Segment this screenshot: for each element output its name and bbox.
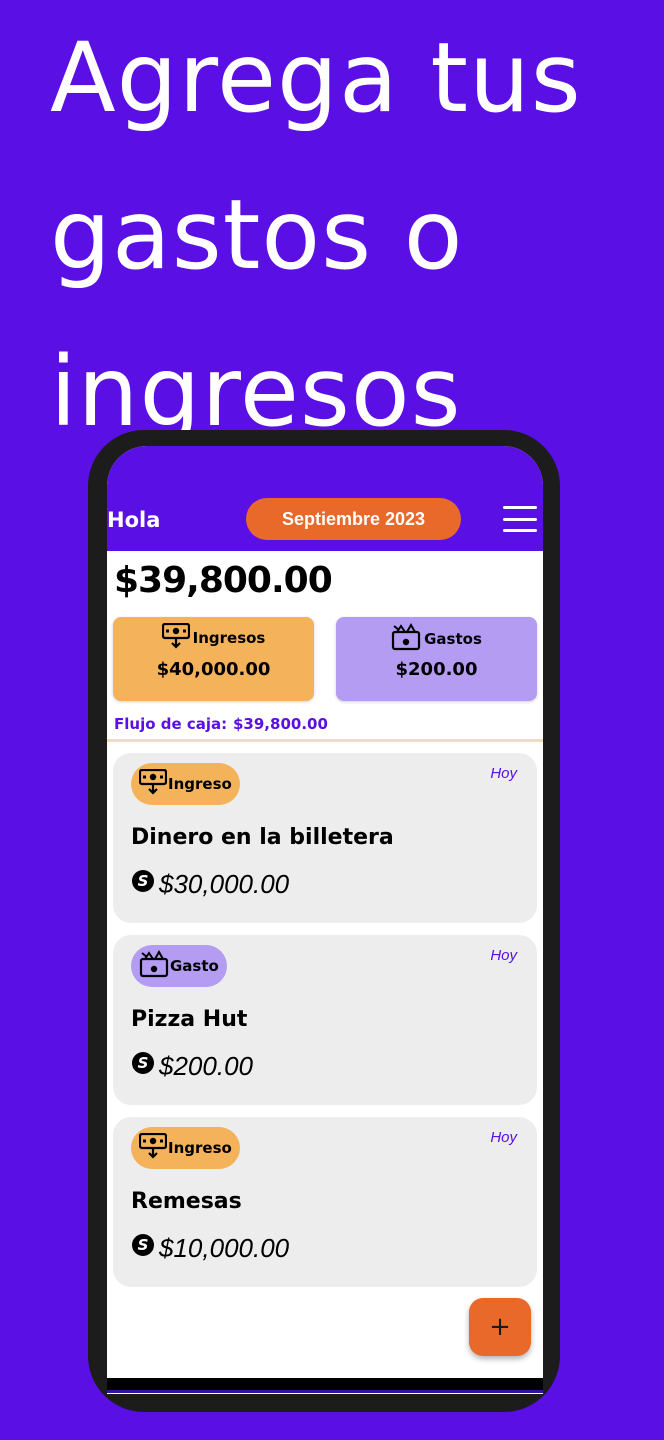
transaction-date: Hoy [490, 947, 517, 964]
phone-frame: Hola Septiembre 2023 $39,800.00 Ingresos… [88, 430, 560, 1412]
phone-screen: Hola Septiembre 2023 $39,800.00 Ingresos… [107, 446, 543, 1394]
total-balance: $39,800.00 [114, 560, 333, 601]
cashflow-label: Flujo de caja: [114, 715, 228, 733]
navigation-bar [107, 1378, 543, 1390]
month-selector-button[interactable]: Septiembre 2023 [246, 498, 461, 540]
cash-in-icon [138, 1132, 168, 1163]
transaction-amount: $30,000.00 [159, 869, 290, 899]
transaction-card[interactable]: Ingreso Hoy Remesas S $10,000.00 [113, 1117, 537, 1287]
expense-summary-card[interactable]: Gastos $200.00 [336, 617, 537, 701]
transaction-title: Pizza Hut [131, 1007, 248, 1032]
dollar-coin-icon: S [131, 869, 155, 900]
cash-out-icon [139, 949, 169, 982]
transaction-title: Remesas [131, 1189, 242, 1214]
greeting: Hola [107, 508, 161, 532]
add-transaction-button[interactable]: + [469, 1298, 531, 1356]
transaction-amount: $10,000.00 [159, 1233, 290, 1263]
transaction-type-badge: Gasto [131, 945, 227, 987]
cash-out-icon [391, 622, 421, 655]
transaction-date: Hoy [490, 765, 517, 782]
app-bar: Hola Septiembre 2023 [107, 446, 543, 551]
transaction-card[interactable]: Gasto Hoy Pizza Hut S $200.00 [113, 935, 537, 1105]
divider [107, 739, 543, 742]
navigation-bar-edge [107, 1390, 543, 1393]
hero-line-2: gastos o [50, 179, 464, 291]
svg-text:S: S [138, 1236, 149, 1254]
transaction-card[interactable]: Ingreso Hoy Dinero en la billetera S $30… [113, 753, 537, 923]
transaction-type-label: Ingreso [168, 775, 232, 793]
income-card-value: $40,000.00 [156, 659, 271, 680]
transaction-title: Dinero en la billetera [131, 825, 394, 850]
cash-in-icon [161, 622, 190, 653]
income-summary-card[interactable]: Ingresos $40,000.00 [113, 617, 314, 701]
expense-card-label: Gastos [424, 630, 482, 648]
svg-text:S: S [138, 1054, 149, 1072]
svg-text:S: S [138, 872, 149, 890]
hamburger-menu-icon[interactable] [503, 506, 537, 532]
cashflow-value: $39,800.00 [233, 715, 328, 733]
income-card-label: Ingresos [192, 629, 266, 647]
dollar-coin-icon: S [131, 1233, 155, 1264]
transaction-type-badge: Ingreso [131, 763, 240, 805]
cashflow-row: Flujo de caja: $39,800.00 [114, 715, 534, 733]
transaction-date: Hoy [490, 1129, 517, 1146]
transaction-amount: $200.00 [159, 1051, 253, 1081]
transaction-type-label: Ingreso [168, 1139, 232, 1157]
transaction-amount-row: S $200.00 [131, 1051, 253, 1082]
transaction-amount-row: S $30,000.00 [131, 869, 289, 900]
transaction-amount-row: S $10,000.00 [131, 1233, 289, 1264]
hero-line-1: Agrega tus [50, 22, 582, 134]
cash-in-icon [138, 768, 168, 799]
transaction-type-label: Gasto [170, 957, 219, 975]
expense-card-value: $200.00 [395, 659, 478, 680]
dollar-coin-icon: S [131, 1051, 155, 1082]
hero-heading: Agrega tus gastos o ingresos [50, 0, 650, 471]
transaction-type-badge: Ingreso [131, 1127, 240, 1169]
